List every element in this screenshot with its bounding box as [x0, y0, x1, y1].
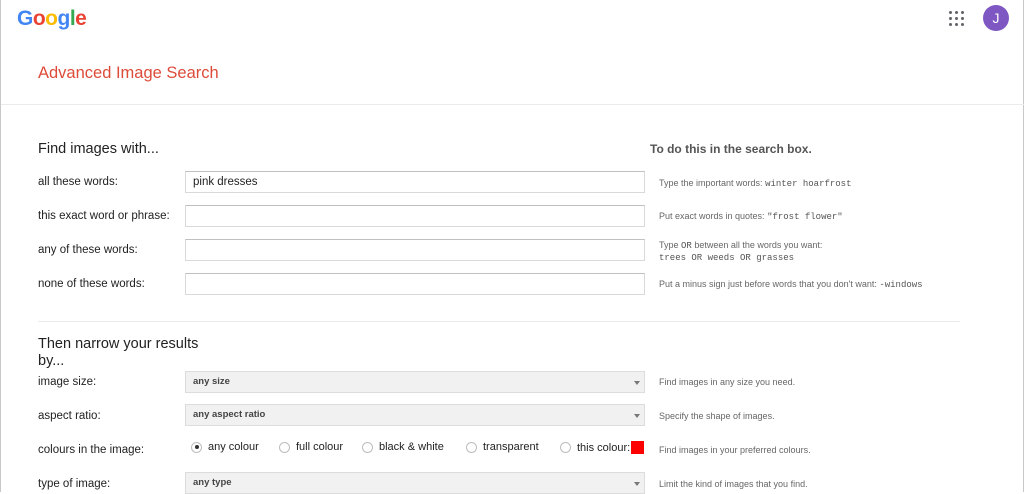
image-size-select[interactable]: any size — [185, 371, 645, 393]
colours-label: colours in the image: — [38, 444, 145, 456]
any-words-hint: Type OR between all the words you want: … — [659, 240, 823, 263]
radio-dot-icon — [191, 441, 202, 453]
exact-phrase-label: this exact word or phrase: — [38, 210, 170, 222]
find-section-heading: Find images with... — [38, 141, 159, 157]
top-bar: Google J — [1, 0, 1024, 40]
logo-letter: e — [75, 7, 87, 30]
all-words-label: all these words: — [38, 176, 118, 188]
any-words-input[interactable] — [185, 239, 645, 261]
all-words-input[interactable]: pink dresses — [185, 171, 645, 193]
none-words-hint: Put a minus sign just before words that … — [659, 279, 923, 290]
narrow-section-heading: Then narrow your results by... — [38, 336, 199, 369]
logo-letter: o — [32, 7, 46, 30]
colours-hint: Find images in your preferred colours. — [659, 445, 811, 455]
chevron-down-icon — [634, 381, 640, 385]
chevron-down-icon — [634, 414, 640, 418]
radio-dot-icon — [362, 441, 373, 453]
aspect-ratio-select[interactable]: any aspect ratio — [185, 404, 645, 426]
radio-dot-icon — [279, 441, 290, 453]
none-words-label: none of these words: — [38, 278, 145, 290]
any-words-label: any of these words: — [38, 244, 138, 256]
none-words-input[interactable] — [185, 273, 645, 295]
apps-grid-icon[interactable] — [949, 11, 964, 26]
logo-letter: o — [45, 7, 58, 30]
google-logo[interactable]: Google — [17, 7, 87, 31]
colour-swatch[interactable] — [631, 441, 645, 454]
radio-dot-icon — [560, 442, 571, 453]
radio-dot-icon — [466, 441, 477, 453]
type-of-image-hint: Limit the kind of images that you find. — [659, 479, 808, 489]
image-size-hint: Find images in any size you need. — [659, 377, 796, 387]
image-size-label: image size: — [38, 376, 97, 388]
radio-any-colour[interactable]: any colour — [191, 441, 259, 453]
radio-this-colour[interactable]: this colour: — [560, 441, 645, 454]
page-title: Advanced Image Search — [38, 64, 219, 82]
type-of-image-select[interactable]: any type — [185, 472, 645, 494]
radio-full-colour[interactable]: full colour — [279, 441, 343, 453]
exact-phrase-input[interactable] — [185, 205, 645, 227]
header-divider — [1, 104, 1024, 105]
exact-phrase-hint: Put exact words in quotes: "frost flower… — [659, 211, 843, 222]
radio-transparent[interactable]: transparent — [466, 441, 539, 453]
all-words-hint: Type the important words: winter hoarfro… — [659, 178, 852, 189]
aspect-ratio-hint: Specify the shape of images. — [659, 411, 775, 421]
aspect-ratio-label: aspect ratio: — [38, 410, 101, 422]
logo-letter: g — [57, 7, 71, 30]
account-avatar[interactable]: J — [983, 5, 1009, 31]
type-of-image-label: type of image: — [38, 478, 111, 490]
logo-letter: G — [17, 7, 33, 30]
chevron-down-icon — [634, 482, 640, 486]
radio-black-white[interactable]: black & white — [362, 441, 444, 453]
section-divider — [38, 321, 960, 322]
hint-column-heading: To do this in the search box. — [650, 142, 812, 156]
